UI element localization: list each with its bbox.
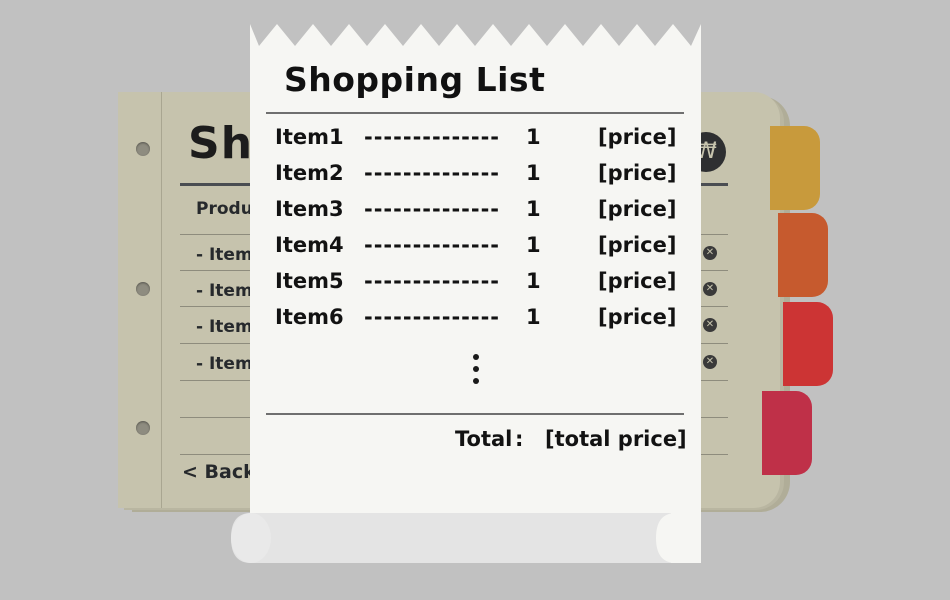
item-quantity: 1	[526, 269, 541, 293]
receipt-row: Item1 -------------- 1 [price]	[250, 125, 701, 155]
item-price: [price]	[598, 233, 677, 257]
vertical-ellipsis-icon[interactable]	[472, 354, 480, 390]
item-leader: --------------	[364, 125, 501, 149]
total-colon: :	[515, 427, 524, 451]
item-price: [price]	[598, 161, 677, 185]
binder-hole	[136, 421, 150, 435]
x-circle-icon[interactable]: ✕	[703, 246, 717, 260]
notebook-list-item[interactable]: - Item	[196, 281, 253, 301]
receipt-bottom-divider	[266, 413, 684, 415]
item-leader: --------------	[364, 305, 501, 329]
notebook-list-item[interactable]: - Item	[196, 245, 253, 265]
item-name: Item1	[275, 125, 344, 149]
receipt-title: Shopping List	[284, 60, 546, 99]
notebook-tab-4[interactable]	[762, 391, 812, 475]
receipt-row: Item4 -------------- 1 [price]	[250, 233, 701, 263]
item-name: Item4	[275, 233, 344, 257]
notebook-tab-2[interactable]	[778, 213, 828, 297]
x-circle-icon[interactable]: ✕	[703, 282, 717, 296]
item-name: Item2	[275, 161, 344, 185]
notebook-tab-3[interactable]	[783, 302, 833, 386]
receipt: Shopping List Item1 -------------- 1 [pr…	[250, 22, 701, 563]
item-name: Item6	[275, 305, 344, 329]
receipt-top-divider	[266, 112, 684, 114]
item-quantity: 1	[526, 197, 541, 221]
item-quantity: 1	[526, 125, 541, 149]
item-price: [price]	[598, 305, 677, 329]
item-name: Item5	[275, 269, 344, 293]
receipt-row: Item5 -------------- 1 [price]	[250, 269, 701, 299]
item-leader: --------------	[364, 197, 501, 221]
item-quantity: 1	[526, 305, 541, 329]
item-price: [price]	[598, 269, 677, 293]
item-leader: --------------	[364, 233, 501, 257]
notebook-list-item[interactable]: - Item	[196, 317, 253, 337]
item-quantity: 1	[526, 233, 541, 257]
x-circle-icon[interactable]: ✕	[703, 355, 717, 369]
receipt-row: Item2 -------------- 1 [price]	[250, 161, 701, 191]
x-circle-icon[interactable]: ✕	[703, 318, 717, 332]
total-label: Total	[455, 427, 513, 451]
notebook-tab-1[interactable]	[770, 126, 820, 210]
receipt-curl	[231, 513, 701, 563]
notebook-title: Sh	[188, 118, 254, 169]
total-value: [total price]	[545, 427, 687, 451]
notebook-column-header: Produ	[196, 199, 253, 219]
receipt-torn-edge	[250, 22, 701, 46]
item-name: Item3	[275, 197, 344, 221]
notebook-margin-line	[161, 92, 162, 508]
item-leader: --------------	[364, 161, 501, 185]
receipt-row: Item3 -------------- 1 [price]	[250, 197, 701, 227]
item-quantity: 1	[526, 161, 541, 185]
back-button[interactable]: < Back	[182, 461, 256, 483]
item-leader: --------------	[364, 269, 501, 293]
notebook-list-item[interactable]: - Item	[196, 354, 253, 374]
binder-hole	[136, 142, 150, 156]
item-price: [price]	[598, 125, 677, 149]
binder-hole	[136, 282, 150, 296]
receipt-row: Item6 -------------- 1 [price]	[250, 305, 701, 335]
item-price: [price]	[598, 197, 677, 221]
